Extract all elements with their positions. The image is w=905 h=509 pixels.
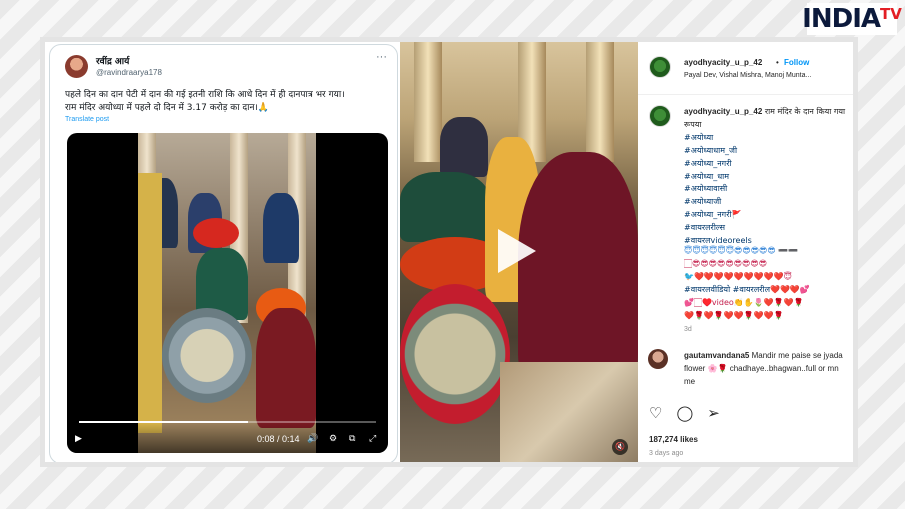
video-time: 0:08 / 0:14	[257, 434, 300, 444]
translate-post-link[interactable]: Translate post	[65, 116, 109, 123]
emoji-line: 🐦❤️❤️❤️❤️❤️❤️❤️❤️❤️😇	[684, 271, 792, 281]
video-progress-bar[interactable]	[79, 421, 376, 423]
heart-icon[interactable]: ♡	[649, 404, 662, 422]
hashtag-link[interactable]: #वायरलरील्स	[684, 222, 849, 235]
video-frame	[138, 133, 316, 453]
caption-avatar[interactable]	[649, 105, 671, 127]
commenter-avatar[interactable]	[648, 349, 668, 369]
hashtag-link[interactable]: #अयोध्याजी	[684, 196, 849, 209]
more-options-icon[interactable]: ···	[376, 51, 387, 63]
tweet-handle[interactable]: @ravindraarya178	[96, 68, 162, 77]
logo-tv: TV	[879, 5, 902, 23]
tweet-text: पहले दिन का दान पेटी में दान की गई इतनी …	[65, 89, 395, 115]
tweet-text-line-2: राम मंदिर अयोध्या में पहले दो दिन में 3.…	[65, 103, 270, 113]
settings-gear-icon[interactable]: ⚙	[329, 433, 337, 444]
follow-button[interactable]: Follow	[784, 58, 809, 67]
tweet-text-line-1: पहले दिन का दान पेटी में दान की गई इतनी …	[65, 90, 345, 100]
caption-username[interactable]: ayodhyacity_u_p_42	[684, 107, 762, 116]
tweet-card: रवींद्र आर्य @ravindraarya178 ··· पहले द…	[49, 44, 398, 462]
instagram-post-panel: ayodhyacity_u_p_42 • Follow Payal Dev, V…	[638, 42, 853, 462]
post-caption: ayodhyacity_u_p_42 राम मंदिर के दान किया…	[684, 106, 849, 248]
hashtag-link[interactable]: #अयोध्या_धाम	[684, 171, 849, 184]
emoji-line: 💕🏻♥️video👏✋🌷❤️🌹❤️🌹	[684, 297, 804, 307]
profile-avatar[interactable]	[649, 56, 671, 78]
hashtag-link[interactable]: #अयोध्या_नगरी	[684, 158, 849, 171]
tweet-author-name[interactable]: रवींद्र आर्य	[96, 54, 129, 67]
mute-icon[interactable]: 🔇	[612, 439, 628, 455]
hashtag-link[interactable]: #अयोध्यावासी	[684, 183, 849, 196]
post-username[interactable]: ayodhyacity_u_p_42	[684, 58, 762, 67]
logo-india: INDIA	[802, 4, 881, 34]
screenshot-frame: रवींद्र आर्य @ravindraarya178 ··· पहले द…	[40, 37, 858, 467]
play-icon[interactable]: ▶	[75, 433, 82, 444]
tweet-avatar[interactable]	[65, 55, 88, 78]
caption-age: 3d	[684, 326, 692, 333]
volume-icon[interactable]: 🔊	[307, 433, 318, 444]
hashtag-link[interactable]: #अयोध्याधाम_जी	[684, 145, 849, 158]
fullscreen-icon[interactable]: ⤢	[369, 433, 376, 444]
tweet-video-player[interactable]: ▶ 0:08 / 0:14 🔊 ⚙ ⧉ ⤢	[67, 133, 388, 453]
hashtag-link[interactable]: #अयोध्या	[684, 132, 849, 145]
divider	[638, 94, 853, 95]
likes-count[interactable]: 187,274 likes	[649, 435, 698, 444]
hashtag-link[interactable]: #वायरलवीडियो #वायरलरील❤️❤️❤️💕	[684, 284, 849, 297]
play-icon[interactable]	[498, 229, 536, 273]
comment: gautamvandana5 Mandir me paise se jyada …	[684, 349, 849, 388]
share-icon[interactable]: ➢	[707, 404, 720, 422]
post-date: 3 days ago	[649, 450, 684, 457]
action-bar: ♡ ◯ ➢	[649, 404, 720, 422]
hashtag-link[interactable]: #अयोध्या_नगरी🚩	[684, 209, 849, 222]
separator-dot: •	[776, 58, 779, 67]
comment-icon[interactable]: ◯	[676, 404, 693, 422]
emoji-line: 😇😇😇😇😇😇😎😎😎😎😎 ➖➖	[684, 246, 799, 255]
caption-emoji-block: 😇😇😇😇😇😇😎😎😎😎😎 ➖➖ 🏻😎😎😎😎😎😎😎😎😎 🐦❤️❤️❤️❤️❤️❤️❤…	[684, 245, 849, 322]
picture-in-picture-icon[interactable]: ⧉	[349, 433, 355, 444]
emoji-line: 🏻😎😎😎😎😎😎😎😎😎	[684, 258, 768, 268]
india-tv-logo: INDIA TV	[802, 3, 902, 35]
audio-credit[interactable]: Payal Dev, Vishal Mishra, Manoj Munta...	[684, 72, 811, 79]
comment-username[interactable]: gautamvandana5	[684, 351, 749, 360]
instagram-video[interactable]: 🔇	[400, 42, 638, 462]
emoji-line: ❤️🌹❤️🌹❤️❤️🌹❤️❤️🌹	[684, 310, 784, 320]
